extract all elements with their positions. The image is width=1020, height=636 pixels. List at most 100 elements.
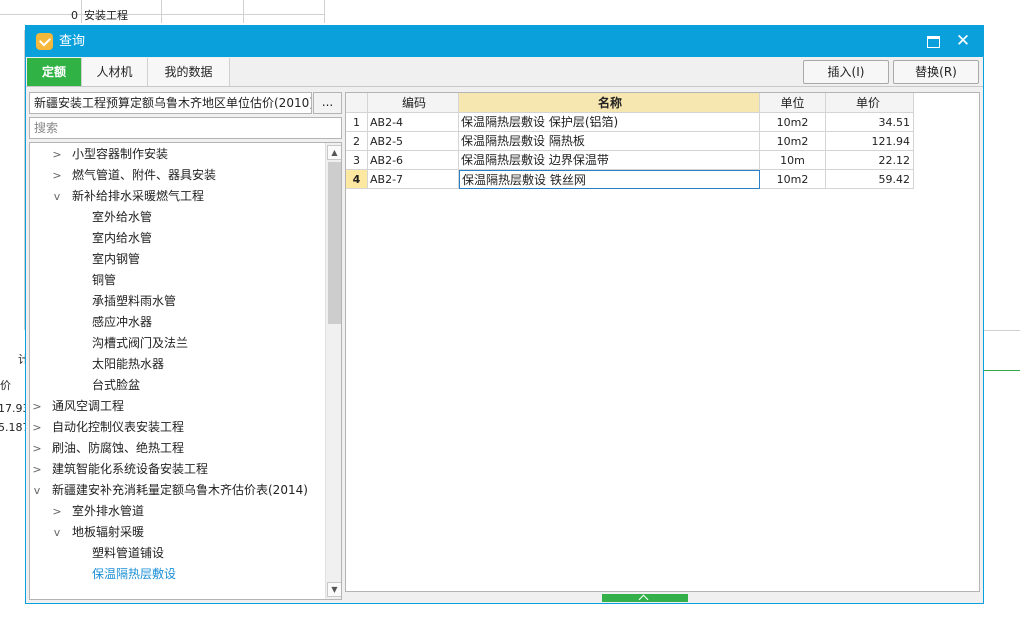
chevron-right-icon[interactable]: > xyxy=(52,144,62,165)
tree-item-label: 承插塑料雨水管 xyxy=(92,294,177,308)
background-price-label: 价 xyxy=(0,379,11,392)
tree-item[interactable]: > 刷油、防腐蚀、绝热工程 xyxy=(32,438,184,459)
background-cell-index: 0 xyxy=(0,8,82,23)
library-more-button[interactable]: ... xyxy=(313,92,342,114)
tree-item-label: 通风空调工程 xyxy=(52,399,125,413)
tree-item[interactable]: v 新疆建安补充消耗量定额乌鲁木齐估价表(2014) xyxy=(32,480,308,501)
background-divider xyxy=(984,330,1020,331)
tree-item-label: 燃气管道、附件、器具安装 xyxy=(72,168,217,182)
tree-item[interactable]: 感应冲水器 xyxy=(92,312,152,333)
tree-item[interactable]: 太阳能热水器 xyxy=(92,354,164,375)
column-header-name[interactable]: 名称 xyxy=(459,93,760,113)
scroll-up-icon[interactable]: ▲ xyxy=(327,145,341,160)
background-cell-text: 安装工程 xyxy=(82,8,162,23)
row-unit[interactable]: 10m2 xyxy=(760,170,826,189)
tree-item[interactable]: > 建筑智能化系统设备安装工程 xyxy=(32,459,208,480)
column-header-unit[interactable]: 单位 xyxy=(760,93,826,113)
insert-button[interactable]: 插入(I) xyxy=(803,60,889,84)
tree-item[interactable]: 台式脸盆 xyxy=(92,375,140,396)
tree-item[interactable]: 塑料管道铺设 xyxy=(92,543,164,564)
row-unit[interactable]: 10m xyxy=(760,151,826,170)
background-row: 0 安装工程 xyxy=(0,8,325,23)
column-header-code[interactable]: 编码 xyxy=(368,93,459,113)
chevron-right-icon[interactable]: > xyxy=(32,459,42,480)
maximize-icon[interactable] xyxy=(922,31,944,51)
row-code[interactable]: AB2-5 xyxy=(368,132,459,151)
tree-item-label: 室外排水管道 xyxy=(72,504,145,518)
tree-item[interactable]: 沟槽式阀门及法兰 xyxy=(92,333,188,354)
row-price[interactable]: 59.42 xyxy=(826,170,914,189)
chevron-right-icon[interactable]: > xyxy=(32,417,42,438)
chevron-right-icon[interactable]: > xyxy=(52,501,62,522)
tree-item-label: 室外给水管 xyxy=(92,210,153,224)
tree-item-label: 室内给水管 xyxy=(92,231,153,245)
tree-item[interactable]: 室内给水管 xyxy=(92,228,152,249)
row-code[interactable]: AB2-4 xyxy=(368,113,459,132)
tree-item-label: 沟槽式阀门及法兰 xyxy=(92,336,189,350)
row-index: 3 xyxy=(346,151,368,170)
tree-item-label: 建筑智能化系统设备安装工程 xyxy=(52,462,209,476)
chevron-down-icon[interactable]: v xyxy=(52,522,62,543)
row-price[interactable]: 34.51 xyxy=(826,113,914,132)
scrollbar-thumb[interactable] xyxy=(328,162,341,324)
tab-labor-material-machine[interactable]: 人材机 xyxy=(82,58,148,86)
row-price[interactable]: 121.94 xyxy=(826,132,914,151)
chevron-right-icon[interactable]: > xyxy=(32,396,42,417)
chevron-down-icon[interactable]: v xyxy=(32,480,42,501)
search-field[interactable] xyxy=(29,117,342,139)
tree-item[interactable]: v 新补给排水采暖燃气工程 xyxy=(52,186,204,207)
row-name[interactable]: 保温隔热层敷设 边界保温带 xyxy=(459,151,760,170)
tree-item-label: 太阳能热水器 xyxy=(92,357,165,371)
background-cell xyxy=(162,8,244,23)
row-name[interactable]: 保温隔热层敷设 铁丝网 xyxy=(459,170,760,189)
chevron-right-icon[interactable]: > xyxy=(32,438,42,459)
dialog-title: 查询 xyxy=(59,34,86,49)
replace-button[interactable]: 替换(R) xyxy=(893,60,979,84)
dialog-titlebar[interactable]: 查询 ✕ xyxy=(26,26,983,57)
tree-item-label: 铜管 xyxy=(92,273,117,287)
tree-item-label: 室内钢管 xyxy=(92,252,141,266)
row-name[interactable]: 保温隔热层敷设 保护层(铝箔) xyxy=(459,113,760,132)
tab-quota[interactable]: 定额 xyxy=(27,58,82,86)
tree-item[interactable]: 室外给水管 xyxy=(92,207,152,228)
row-code[interactable]: AB2-6 xyxy=(368,151,459,170)
tree-item[interactable]: v 地板辐射采暖 xyxy=(52,522,144,543)
query-dialog: 查询 ✕ 定额 人材机 我的数据 插入(I) 替换(R) 新疆安装工程预算定额乌… xyxy=(25,25,984,604)
row-code[interactable]: AB2-7 xyxy=(368,170,459,189)
background-cell xyxy=(244,8,325,23)
tree-item-label: 刷油、防腐蚀、绝热工程 xyxy=(52,441,185,455)
tree-item-label: 感应冲水器 xyxy=(92,315,153,329)
scroll-down-icon[interactable]: ▼ xyxy=(327,582,341,597)
chevron-down-icon[interactable]: v xyxy=(52,186,62,207)
tree-item[interactable]: 铜管 xyxy=(92,270,116,291)
tree-scrollbar[interactable]: ▲ ▼ xyxy=(325,143,341,599)
row-index: 1 xyxy=(346,113,368,132)
collapse-handle[interactable] xyxy=(602,594,688,602)
tree-item[interactable]: > 通风空调工程 xyxy=(32,396,124,417)
tree-item[interactable]: > 小型容器制作安装 xyxy=(52,144,168,165)
tree-item[interactable]: > 室外排水管道 xyxy=(52,501,144,522)
row-name[interactable]: 保温隔热层敷设 隔热板 xyxy=(459,132,760,151)
search-input[interactable] xyxy=(30,118,341,138)
tab-my-data[interactable]: 我的数据 xyxy=(148,58,230,86)
row-unit[interactable]: 10m2 xyxy=(760,113,826,132)
chevron-right-icon[interactable]: > xyxy=(52,165,62,186)
column-header-price[interactable]: 单价 xyxy=(826,93,914,113)
tree-item[interactable]: > 燃气管道、附件、器具安装 xyxy=(52,165,216,186)
row-price[interactable]: 22.12 xyxy=(826,151,914,170)
tree-item-selected[interactable]: 保温隔热层敷设 xyxy=(92,564,176,585)
tree-item-label: 保温隔热层敷设 xyxy=(92,567,177,581)
tree-item[interactable]: 承插塑料雨水管 xyxy=(92,291,176,312)
tree-item-label: 自动化控制仪表安装工程 xyxy=(52,420,185,434)
tree-item-label: 塑料管道铺设 xyxy=(92,546,165,560)
tree-item-label: 台式脸盆 xyxy=(92,378,141,392)
quota-library-select[interactable]: 新疆安装工程预算定额乌鲁木齐地区单位估价(2010) xyxy=(29,92,312,114)
app-logo-icon xyxy=(36,33,53,50)
row-index: 4 xyxy=(346,170,368,189)
tree-item[interactable]: 室内钢管 xyxy=(92,249,140,270)
row-unit[interactable]: 10m2 xyxy=(760,132,826,151)
tree-item[interactable]: > 自动化控制仪表安装工程 xyxy=(32,417,184,438)
tree-item-label: 小型容器制作安装 xyxy=(72,147,169,161)
close-icon[interactable]: ✕ xyxy=(952,31,974,51)
tree-item-label: 新补给排水采暖燃气工程 xyxy=(72,189,205,203)
